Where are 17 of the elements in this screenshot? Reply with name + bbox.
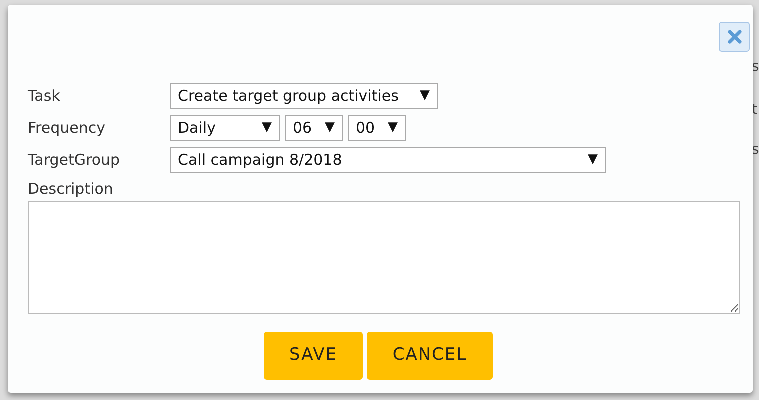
- field-label: Description: [28, 179, 114, 200]
- dropdown[interactable]: Create target group activities ▼: [170, 83, 438, 109]
- field-label: Frequency: [28, 118, 106, 139]
- close-icon: [728, 30, 742, 44]
- field-label: Task: [28, 86, 62, 107]
- field-label: TargetGroup: [28, 150, 122, 171]
- background-text: s: [752, 141, 759, 160]
- background-text: s: [752, 58, 759, 77]
- save-button[interactable]: SAVE: [264, 332, 363, 380]
- dropdown[interactable]: Call campaign 8/2018 ▼: [170, 147, 606, 173]
- background-text: t: [752, 101, 758, 120]
- cancel-button[interactable]: CANCEL: [367, 332, 493, 380]
- dropdown[interactable]: 00 ▼: [348, 115, 406, 141]
- dropdown[interactable]: Daily ▼: [170, 115, 280, 141]
- dropdown[interactable]: 06 ▼: [285, 115, 343, 141]
- close-button[interactable]: [719, 22, 750, 52]
- description-field[interactable]: [28, 201, 740, 314]
